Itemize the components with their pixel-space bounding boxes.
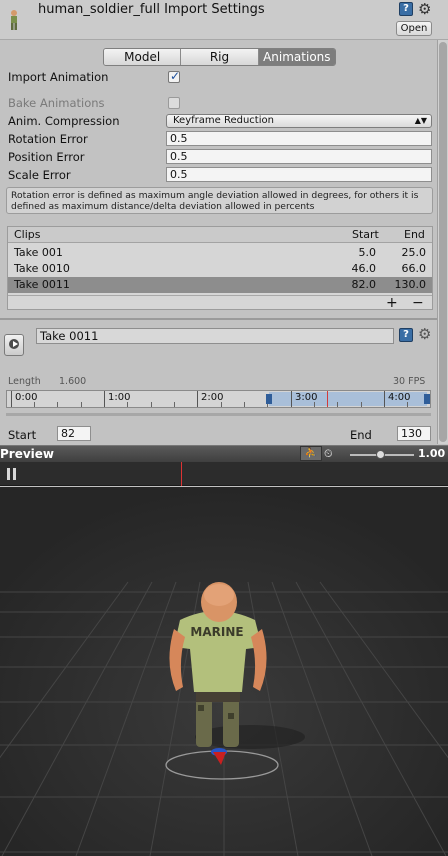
clip-end: 66.0 — [401, 262, 427, 275]
length-label: Length — [8, 376, 41, 387]
clip-name: Take 0011 — [14, 278, 70, 291]
clip-start: 46.0 — [351, 262, 377, 275]
inspector-title: human_soldier_full Import Settings — [38, 2, 265, 17]
length-value: 1.600 — [59, 376, 87, 387]
position-error-label: Position Error — [8, 150, 85, 164]
remove-clip-button[interactable]: − — [412, 296, 424, 311]
playback-speed-value: 1.00 — [418, 447, 446, 460]
timeline-minor-tick — [407, 402, 408, 407]
start-label: Start — [8, 428, 37, 442]
help-icon[interactable]: ? — [399, 2, 413, 16]
clips-list: Clips Start End Take 001 5.0 25.0 Take 0… — [7, 226, 433, 311]
clip-row-selected[interactable]: Take 0011 82.0 130.0 — [8, 277, 432, 293]
timeline-tick — [384, 391, 385, 407]
preview-viewport[interactable]: MARINE — [0, 487, 448, 856]
timeline-playhead[interactable] — [327, 391, 328, 407]
clip-end: 130.0 — [394, 278, 427, 291]
playback-speed-slider[interactable] — [350, 450, 414, 459]
anim-compression-label: Anim. Compression — [8, 114, 120, 128]
fps-label: 30 FPS — [393, 376, 426, 387]
open-button[interactable]: Open — [396, 21, 432, 36]
preview-scene: MARINE — [0, 487, 448, 856]
timeline-minor-tick — [151, 402, 152, 407]
clip-help-icon[interactable]: ? — [399, 328, 413, 342]
end-label: End — [350, 428, 372, 442]
import-animation-label: Import Animation — [8, 70, 109, 84]
anim-compression-value: Keyframe Reduction — [173, 115, 274, 126]
timeline-minor-tick — [361, 402, 362, 407]
clips-header-name: Clips — [14, 228, 41, 241]
timeline-minor-tick — [127, 402, 128, 407]
inspector-scrollbar[interactable] — [437, 40, 448, 444]
bake-animations-checkbox — [168, 97, 180, 109]
scale-error-label: Scale Error — [8, 168, 71, 182]
inspector-header: human_soldier_full Import Settings ? ⚙ O… — [0, 0, 448, 40]
timeline-minor-tick — [81, 402, 82, 407]
clip-timeline[interactable]: 0:00 1:00 2:00 3:00 4:00 — [6, 390, 431, 408]
play-icon — [13, 341, 18, 347]
start-frame-field[interactable]: 82 — [57, 426, 91, 441]
timeline-minor-tick — [57, 402, 58, 407]
import-settings-tabs: Model Rig Animations — [103, 48, 336, 66]
shirt-text: MARINE — [190, 625, 243, 639]
timeline-tick — [291, 391, 292, 407]
preview-title[interactable]: Preview — [0, 447, 54, 461]
anim-compression-dropdown[interactable]: Keyframe Reduction ▲▼ — [166, 114, 432, 128]
clip-name: Take 0010 — [14, 262, 70, 275]
timeline-minor-tick — [337, 402, 338, 407]
pause-icon[interactable] — [6, 468, 18, 480]
dropdown-arrow-icon: ▲▼ — [414, 116, 427, 125]
preview-toolbar: Preview ⛹ ⏲ 1.00 — [0, 445, 448, 462]
scale-error-field[interactable]: 0.5 — [166, 167, 432, 182]
compression-help-box: Rotation error is defined as maximum ang… — [6, 187, 433, 214]
clips-footer: + − — [8, 295, 432, 311]
model-file-icon — [11, 10, 17, 30]
timeline-tick — [104, 391, 105, 407]
rotation-error-label: Rotation Error — [8, 132, 88, 146]
add-clip-button[interactable]: + — [386, 296, 398, 311]
timeline-minor-tick — [174, 402, 175, 407]
clip-start: 5.0 — [358, 246, 377, 259]
clip-row[interactable]: Take 001 5.0 25.0 — [8, 245, 432, 261]
playback-speed-icon: ⏲ — [324, 447, 333, 460]
avatar-pivot-icon[interactable]: ⛹ — [300, 446, 322, 461]
clips-header: Clips Start End — [8, 227, 432, 243]
timeline-minor-tick — [221, 402, 222, 407]
gear-icon[interactable]: ⚙ — [418, 0, 431, 18]
timeline-minor-tick — [244, 402, 245, 407]
play-clip-button[interactable] — [4, 334, 24, 356]
rotation-error-field[interactable]: 0.5 — [166, 131, 432, 146]
end-frame-field[interactable]: 130 — [397, 426, 431, 441]
clips-header-end: End — [404, 228, 425, 241]
clip-name: Take 001 — [14, 246, 63, 259]
end-handle[interactable] — [424, 394, 430, 404]
scrollbar-thumb[interactable] — [439, 42, 447, 442]
position-error-field[interactable]: 0.5 — [166, 149, 432, 164]
preview-timeline[interactable] — [0, 462, 448, 486]
preview-playhead[interactable] — [181, 462, 182, 486]
bake-animations-label: Bake Animations — [8, 96, 105, 110]
clip-gear-icon[interactable]: ⚙ — [418, 325, 431, 343]
import-animation-checkbox[interactable] — [168, 69, 180, 83]
tab-model[interactable]: Model — [104, 49, 182, 65]
clip-row[interactable]: Take 0010 46.0 66.0 — [8, 261, 432, 277]
timeline-scroll-track[interactable] — [6, 413, 431, 416]
section-divider — [0, 318, 437, 320]
playback-speed-knob[interactable] — [376, 450, 385, 459]
clip-name-field[interactable]: Take 0011 — [36, 328, 394, 344]
clip-end: 25.0 — [401, 246, 427, 259]
tab-animations[interactable]: Animations — [258, 49, 335, 65]
clip-start: 82.0 — [351, 278, 377, 291]
timeline-tick — [197, 391, 198, 407]
timeline-minor-tick — [34, 402, 35, 407]
tab-rig[interactable]: Rig — [181, 49, 259, 65]
timeline-tick — [11, 391, 12, 407]
clips-header-start: Start — [352, 228, 379, 241]
timeline-minor-tick — [314, 402, 315, 407]
start-handle[interactable] — [266, 394, 272, 404]
